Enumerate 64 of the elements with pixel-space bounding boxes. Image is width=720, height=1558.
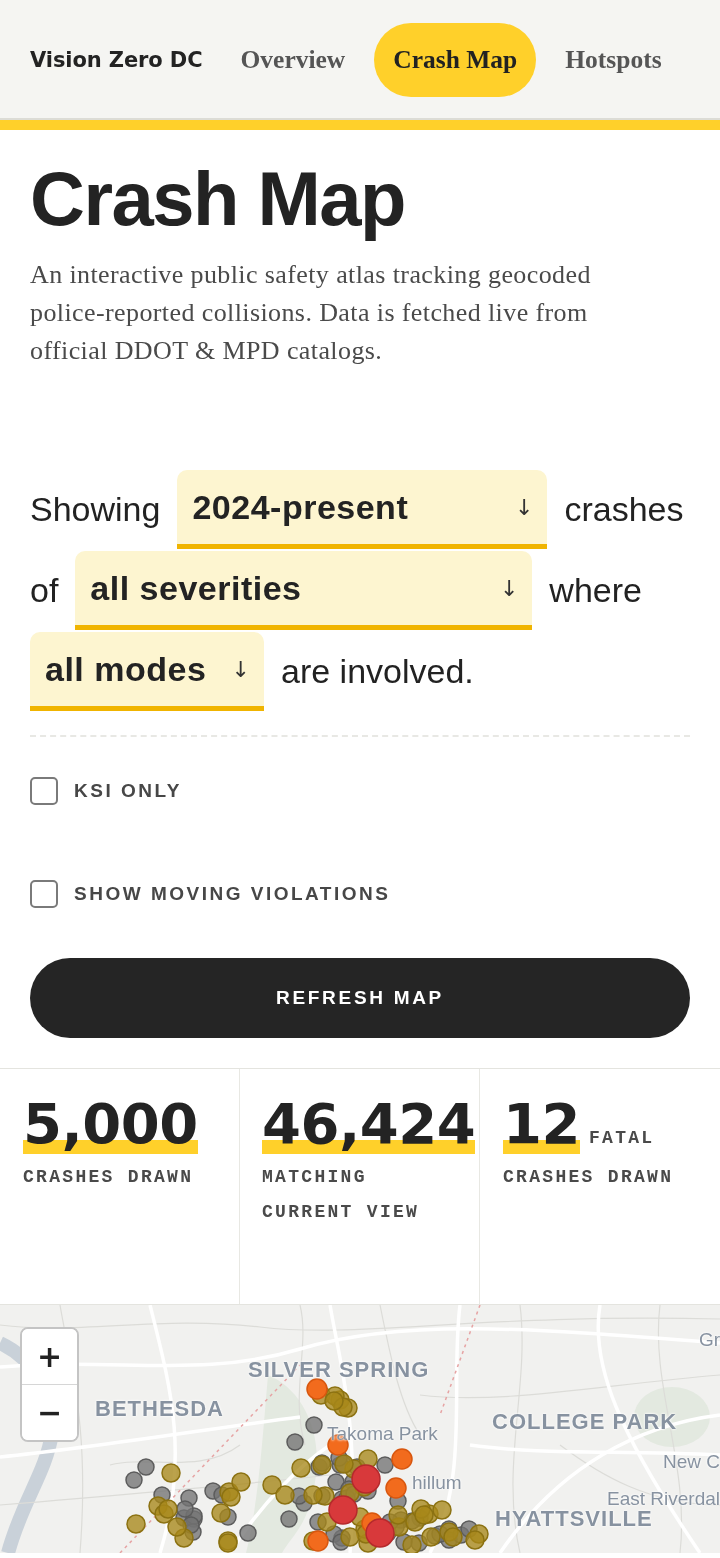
crash-dot[interactable] <box>388 1505 408 1525</box>
page-title: Crash Map <box>30 156 406 242</box>
sentence-text: Showing <box>30 489 161 530</box>
crash-dot[interactable] <box>414 1505 434 1525</box>
sentence-text: where <box>549 570 642 611</box>
stat-label: CRASHES DRAWN <box>503 1166 674 1189</box>
crash-dot[interactable] <box>275 1485 295 1505</box>
crash-dot[interactable] <box>286 1433 304 1451</box>
map-place-label: BETHESDA <box>95 1396 224 1422</box>
map-place-label: Takoma Park <box>327 1422 438 1445</box>
crash-dot[interactable] <box>280 1510 298 1528</box>
crash-dot[interactable] <box>334 1454 354 1474</box>
map-place-label: New C <box>663 1450 720 1473</box>
sentence-text: of <box>30 570 59 611</box>
crash-dot[interactable] <box>161 1463 181 1483</box>
crash-dot[interactable] <box>327 1473 345 1491</box>
crash-dot[interactable] <box>391 1448 413 1470</box>
checkbox-label[interactable]: KSI ONLY <box>74 777 182 805</box>
map-place-label: hillum <box>412 1471 462 1494</box>
crash-dot[interactable] <box>324 1391 344 1411</box>
crash-dot[interactable] <box>137 1458 155 1476</box>
crash-dot[interactable] <box>365 1518 395 1548</box>
crash-dot[interactable] <box>307 1530 329 1552</box>
stat-unit: FATAL <box>588 1128 655 1148</box>
checkbox-label[interactable]: SHOW MOVING VIOLATIONS <box>74 880 391 908</box>
sentence-text: crashes <box>564 489 684 530</box>
stat-label: CRASHES DRAWN <box>23 1166 194 1189</box>
crash-dot[interactable] <box>126 1514 146 1534</box>
crash-dot[interactable] <box>262 1475 282 1495</box>
crash-dot[interactable] <box>306 1378 328 1400</box>
checkbox[interactable] <box>30 880 58 908</box>
filter-dropdown[interactable]: all modes ↓ <box>30 632 264 711</box>
crash-dot[interactable] <box>376 1456 394 1474</box>
map-place-label: Gr <box>698 1328 720 1351</box>
nav-link[interactable]: Overview <box>221 23 365 97</box>
crash-dot[interactable] <box>125 1471 143 1489</box>
crash-dot[interactable] <box>312 1455 332 1475</box>
checkbox[interactable] <box>30 777 58 805</box>
nav-link[interactable]: Hotspots <box>546 23 681 97</box>
sentence-text: are involved. <box>281 651 474 692</box>
crash-dot[interactable] <box>465 1530 485 1550</box>
crash-dot[interactable] <box>385 1477 407 1499</box>
crash-dot[interactable] <box>443 1527 463 1547</box>
crash-dot[interactable] <box>328 1495 358 1525</box>
crash-dot[interactable] <box>291 1458 311 1478</box>
map-place-label: COLLEGE PARK <box>492 1409 678 1435</box>
crash-dot[interactable] <box>303 1485 323 1505</box>
crash-dot[interactable] <box>432 1500 452 1520</box>
site-logo[interactable]: Vision Zero DC <box>30 48 203 72</box>
crash-dot[interactable] <box>221 1487 241 1507</box>
nav-link[interactable]: Crash Map <box>374 23 537 97</box>
filter-dropdown[interactable]: 2024-present ↓ <box>177 470 548 549</box>
crash-dot[interactable] <box>158 1499 178 1519</box>
filter-dropdown[interactable]: all severities ↓ <box>75 551 533 630</box>
crash-dot[interactable] <box>239 1524 257 1542</box>
crash-dot[interactable] <box>351 1464 381 1494</box>
page-description: An interactive public safety atlas tracking geocoded police-reported collisions. Data is fetched live from official DDOT & MPD catalogs. <box>30 259 592 367</box>
crash-dot[interactable] <box>211 1503 231 1523</box>
stat-label: MATCHING CURRENT VIEW <box>262 1166 421 1224</box>
refresh-map-button[interactable]: REFRESH MAP <box>30 958 690 1038</box>
crash-dot[interactable] <box>305 1416 323 1434</box>
zoom-out-button[interactable]: − <box>22 1384 77 1440</box>
map-place-label: SILVER SPRING <box>248 1357 430 1383</box>
crash-dot[interactable] <box>231 1472 251 1492</box>
